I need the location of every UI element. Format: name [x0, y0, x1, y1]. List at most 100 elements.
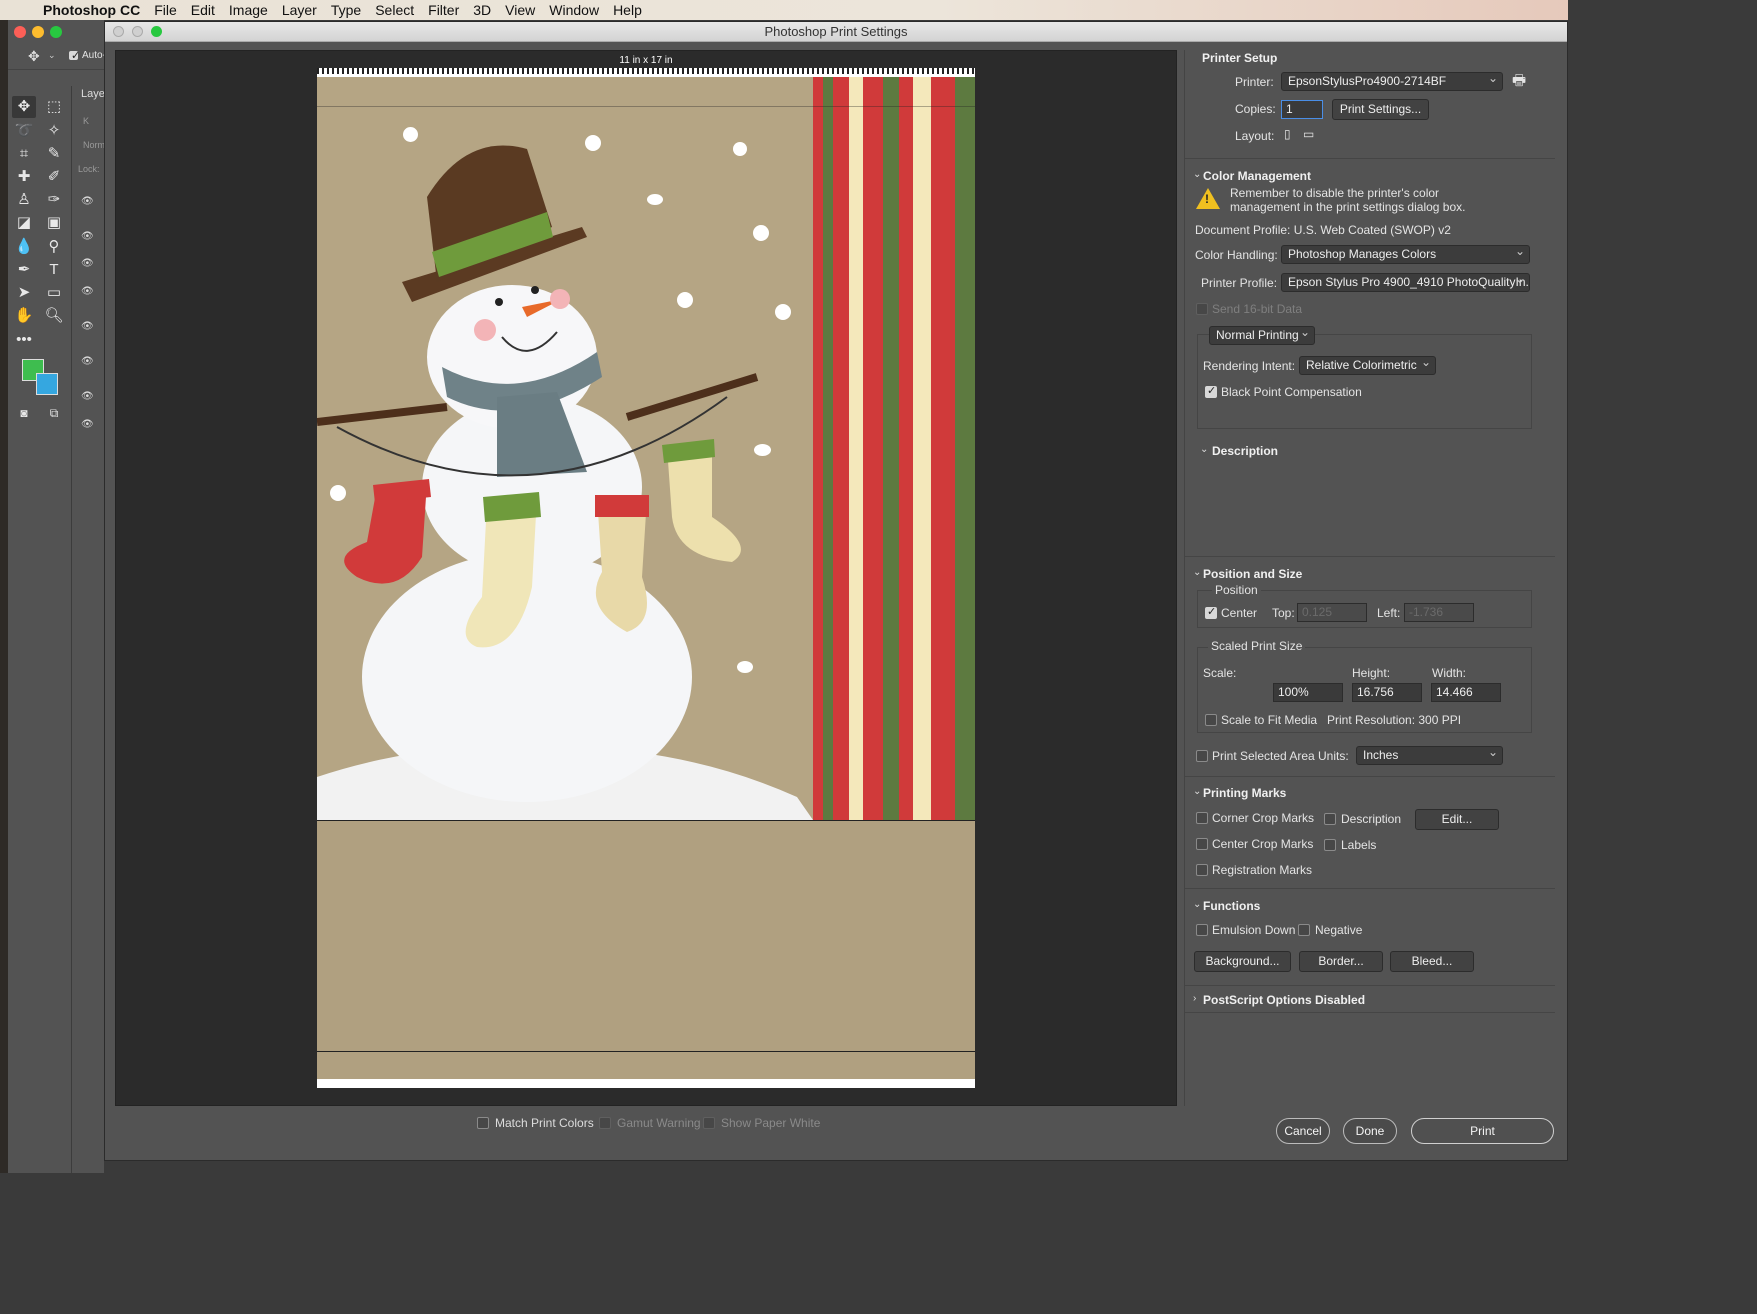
type-tool-icon[interactable]: T: [42, 259, 66, 281]
chevron-right-icon[interactable]: ›: [1193, 993, 1196, 1004]
close-icon[interactable]: [113, 26, 124, 37]
negative-checkbox[interactable]: [1298, 924, 1310, 936]
crop-tool-icon[interactable]: ⌗: [12, 143, 36, 165]
match-print-colors-checkbox[interactable]: [477, 1117, 489, 1129]
units-select[interactable]: Inches: [1356, 746, 1503, 765]
scale-field[interactable]: 100%: [1273, 683, 1343, 702]
layers-blend-mode[interactable]: Norm: [83, 140, 105, 150]
left-field[interactable]: -1.736: [1404, 603, 1474, 622]
black-point-checkbox[interactable]: [1205, 384, 1217, 398]
move-tool-icon[interactable]: ✥: [12, 96, 36, 118]
gamut-warning-option[interactable]: Gamut Warning: [599, 1116, 701, 1130]
screen-mode-icon[interactable]: ⧉: [42, 402, 66, 424]
menu-view[interactable]: View: [498, 2, 542, 18]
quick-mask-icon[interactable]: ◙: [12, 402, 36, 424]
width-field[interactable]: 14.466: [1431, 683, 1501, 702]
menu-window[interactable]: Window: [542, 2, 606, 18]
brush-tool-icon[interactable]: ✐: [42, 166, 66, 188]
eye-icon[interactable]: 👁︎: [81, 419, 94, 430]
chevron-down-icon[interactable]: ⌄: [1200, 444, 1208, 455]
pen-tool-icon[interactable]: ✒: [12, 259, 36, 281]
done-button[interactable]: Done: [1343, 1118, 1397, 1144]
eye-icon[interactable]: 👁︎: [81, 321, 94, 332]
border-button[interactable]: Border...: [1299, 951, 1383, 972]
rendering-intent-select[interactable]: Relative Colorimetric: [1299, 356, 1436, 375]
chevron-down-icon[interactable]: ⌄: [1193, 786, 1201, 797]
zoom-icon[interactable]: [151, 26, 162, 37]
printer-select[interactable]: EpsonStylusPro4900-2714BF: [1281, 72, 1503, 91]
eraser-icon[interactable]: ◪: [12, 212, 36, 234]
printer-add-icon[interactable]: 🖶: [1512, 70, 1526, 95]
menu-3d[interactable]: 3D: [466, 2, 498, 18]
zoom-tool-icon[interactable]: 🔍︎: [42, 305, 66, 327]
eye-icon[interactable]: 👁︎: [81, 258, 94, 269]
landscape-layout-icon[interactable]: ▭: [1303, 127, 1314, 141]
menu-file[interactable]: File: [147, 2, 184, 18]
menu-help[interactable]: Help: [606, 2, 649, 18]
blur-tool-icon[interactable]: 💧: [12, 236, 36, 258]
hand-tool-icon[interactable]: ✋: [12, 305, 36, 327]
chevron-down-icon[interactable]: ⌄: [1193, 899, 1201, 910]
print-button[interactable]: Print: [1411, 1118, 1554, 1144]
move-tool-icon[interactable]: ✥: [28, 48, 40, 65]
color-handling-select[interactable]: Photoshop Manages Colors: [1281, 245, 1530, 264]
show-paper-white-checkbox[interactable]: [703, 1117, 715, 1129]
center-checkbox[interactable]: [1205, 605, 1217, 619]
eye-icon[interactable]: 👁︎: [81, 286, 94, 297]
rectangle-tool-icon[interactable]: ▭: [42, 282, 66, 304]
emulsion-down-checkbox[interactable]: [1196, 924, 1208, 936]
top-field[interactable]: 0.125: [1297, 603, 1367, 622]
minimize-icon[interactable]: [132, 26, 143, 37]
chevron-down-icon[interactable]: ⌄: [48, 50, 56, 61]
history-brush-icon[interactable]: ✑: [42, 189, 66, 211]
preview-image[interactable]: [317, 77, 975, 1079]
description-checkbox[interactable]: [1324, 813, 1336, 825]
auto-select-checkbox[interactable]: [69, 49, 80, 62]
marquee-tool-icon[interactable]: ⬚: [42, 96, 66, 118]
eyedropper-icon[interactable]: ✎: [42, 143, 66, 165]
registration-checkbox[interactable]: [1196, 864, 1208, 876]
menu-image[interactable]: Image: [222, 2, 275, 18]
close-icon[interactable]: [14, 26, 26, 38]
print-settings-button[interactable]: Print Settings...: [1332, 99, 1429, 120]
stamp-tool-icon[interactable]: ♙: [12, 189, 36, 211]
menu-select[interactable]: Select: [368, 2, 421, 18]
path-select-icon[interactable]: ➤: [12, 282, 36, 304]
eye-icon[interactable]: 👁︎: [81, 356, 94, 367]
gradient-icon[interactable]: ▣: [42, 212, 66, 234]
center-crop-checkbox[interactable]: [1196, 838, 1208, 850]
background-button[interactable]: Background...: [1194, 951, 1291, 972]
eye-icon[interactable]: 👁︎: [81, 196, 94, 207]
menu-app-name[interactable]: Photoshop CC: [36, 2, 147, 18]
scale-to-fit-checkbox[interactable]: [1205, 714, 1217, 726]
send-16bit-checkbox[interactable]: [1196, 303, 1208, 315]
labels-checkbox[interactable]: [1324, 839, 1336, 851]
menu-layer[interactable]: Layer: [275, 2, 324, 18]
portrait-layout-icon[interactable]: ▯: [1284, 127, 1291, 141]
eye-icon[interactable]: 👁︎: [81, 391, 94, 402]
dodge-tool-icon[interactable]: ⚲: [42, 236, 66, 258]
cancel-button[interactable]: Cancel: [1276, 1118, 1330, 1144]
background-color-swatch[interactable]: [36, 373, 58, 395]
magic-wand-icon[interactable]: ✧: [42, 120, 66, 142]
height-field[interactable]: 16.756: [1352, 683, 1422, 702]
chevron-down-icon[interactable]: ⌄: [1193, 567, 1201, 578]
copies-field[interactable]: 1: [1281, 100, 1323, 119]
menu-type[interactable]: Type: [324, 2, 368, 18]
edit-button[interactable]: Edit...: [1415, 809, 1499, 830]
minimize-icon[interactable]: [32, 26, 44, 38]
zoom-icon[interactable]: [50, 26, 62, 38]
match-print-colors-option[interactable]: Match Print Colors: [477, 1116, 594, 1130]
printer-profile-select[interactable]: Epson Stylus Pro 4900_4910 PhotoQualityI…: [1281, 273, 1530, 292]
gamut-warning-checkbox[interactable]: [599, 1117, 611, 1129]
corner-crop-checkbox[interactable]: [1196, 812, 1208, 824]
more-tools-icon[interactable]: •••: [12, 329, 36, 351]
menu-filter[interactable]: Filter: [421, 2, 466, 18]
lasso-tool-icon[interactable]: ➰: [12, 120, 36, 142]
eye-icon[interactable]: 👁︎: [81, 231, 94, 242]
bleed-button[interactable]: Bleed...: [1390, 951, 1474, 972]
chevron-down-icon[interactable]: ⌄: [1193, 169, 1201, 180]
menu-edit[interactable]: Edit: [184, 2, 222, 18]
print-selected-area-checkbox[interactable]: [1196, 750, 1208, 762]
layers-search[interactable]: K: [83, 116, 89, 126]
